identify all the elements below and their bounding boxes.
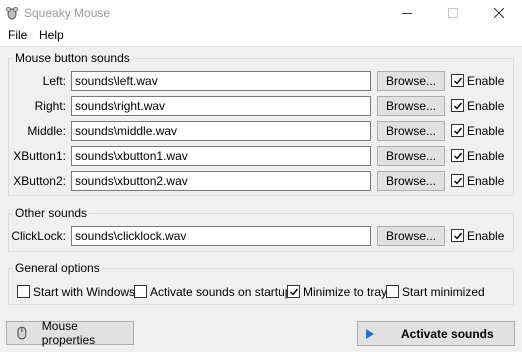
- enable-clicklock-checkbox[interactable]: [451, 229, 464, 242]
- minimize-icon: [402, 13, 412, 14]
- browse-right-button[interactable]: Browse...: [377, 96, 445, 116]
- minimize-to-tray-checkbox[interactable]: [287, 285, 300, 298]
- middle-sound-path-input[interactable]: [71, 121, 371, 141]
- enable-right-label[interactable]: Enable: [467, 99, 504, 113]
- activate-sounds-label: Activate sounds: [401, 326, 494, 341]
- enable-clicklock-label[interactable]: Enable: [467, 229, 504, 243]
- enable-xbutton2-label[interactable]: Enable: [467, 174, 504, 188]
- activate-on-startup-checkbox[interactable]: [134, 285, 147, 298]
- xbutton1-sound-path-input[interactable]: [71, 146, 371, 166]
- group-title-general-options: General options: [13, 261, 102, 275]
- menu-help[interactable]: Help: [39, 28, 64, 42]
- minimize-to-tray-label[interactable]: Minimize to tray: [303, 285, 387, 299]
- browse-xbutton2-button[interactable]: Browse...: [377, 171, 445, 191]
- checkmark-icon: [453, 102, 462, 110]
- activate-on-startup-label[interactable]: Activate sounds on startup: [150, 285, 291, 299]
- mouse-properties-label: Mouse properties: [41, 319, 96, 347]
- browse-left-button[interactable]: Browse...: [377, 71, 445, 91]
- enable-right-checkbox[interactable]: [451, 99, 464, 112]
- start-with-windows-checkbox[interactable]: [17, 285, 30, 298]
- mouse-properties-button[interactable]: Mouse properties: [6, 319, 134, 347]
- checkmark-icon: [453, 177, 462, 185]
- enable-middle-checkbox[interactable]: [451, 124, 464, 137]
- clicklock-sound-path-input[interactable]: [71, 226, 371, 246]
- mouse-icon: [17, 326, 27, 340]
- checkmark-icon: [453, 127, 462, 135]
- group-title-mouse-button-sounds: Mouse button sounds: [13, 51, 132, 65]
- activate-sounds-button[interactable]: Activate sounds: [357, 321, 515, 346]
- mouse-icon: [6, 7, 18, 20]
- browse-xbutton1-button[interactable]: Browse...: [377, 146, 445, 166]
- enable-xbutton1-label[interactable]: Enable: [467, 149, 504, 163]
- start-minimized-checkbox[interactable]: [386, 285, 399, 298]
- enable-middle-label[interactable]: Enable: [467, 124, 504, 138]
- enable-left-label[interactable]: Enable: [467, 74, 504, 88]
- play-icon: [366, 328, 374, 339]
- menu-bar: [0, 26, 522, 46]
- browse-clicklock-button[interactable]: Browse...: [377, 226, 445, 246]
- group-title-other-sounds: Other sounds: [13, 206, 90, 220]
- menu-file[interactable]: File: [8, 28, 27, 42]
- enable-xbutton1-checkbox[interactable]: [451, 149, 464, 162]
- left-sound-path-input[interactable]: [71, 71, 371, 91]
- start-with-windows-label[interactable]: Start with Windows: [33, 285, 135, 299]
- close-icon: [494, 8, 504, 18]
- xbutton2-sound-path-input[interactable]: [71, 171, 371, 191]
- maximize-icon: [448, 8, 458, 18]
- close-button[interactable]: [476, 0, 522, 26]
- maximize-button[interactable]: [430, 0, 476, 26]
- row-label-middle: Middle:: [27, 124, 66, 138]
- row-label-left: Left:: [42, 74, 66, 88]
- enable-left-checkbox[interactable]: [451, 74, 464, 87]
- right-sound-path-input[interactable]: [71, 96, 371, 116]
- checkmark-icon: [289, 288, 298, 296]
- checkmark-icon: [453, 77, 462, 85]
- browse-middle-button[interactable]: Browse...: [377, 121, 445, 141]
- checkmark-icon: [453, 152, 462, 160]
- row-label-clicklock: ClickLock:: [11, 229, 66, 243]
- checkmark-icon: [453, 232, 462, 240]
- enable-xbutton2-checkbox[interactable]: [451, 174, 464, 187]
- row-label-xbutton2: XButton2:: [13, 174, 66, 188]
- window-title: Squeaky Mouse: [24, 6, 111, 20]
- start-minimized-label[interactable]: Start minimized: [402, 285, 485, 299]
- row-label-right: Right:: [34, 99, 66, 113]
- minimize-button[interactable]: [384, 0, 430, 26]
- row-label-xbutton1: XButton1:: [13, 149, 66, 163]
